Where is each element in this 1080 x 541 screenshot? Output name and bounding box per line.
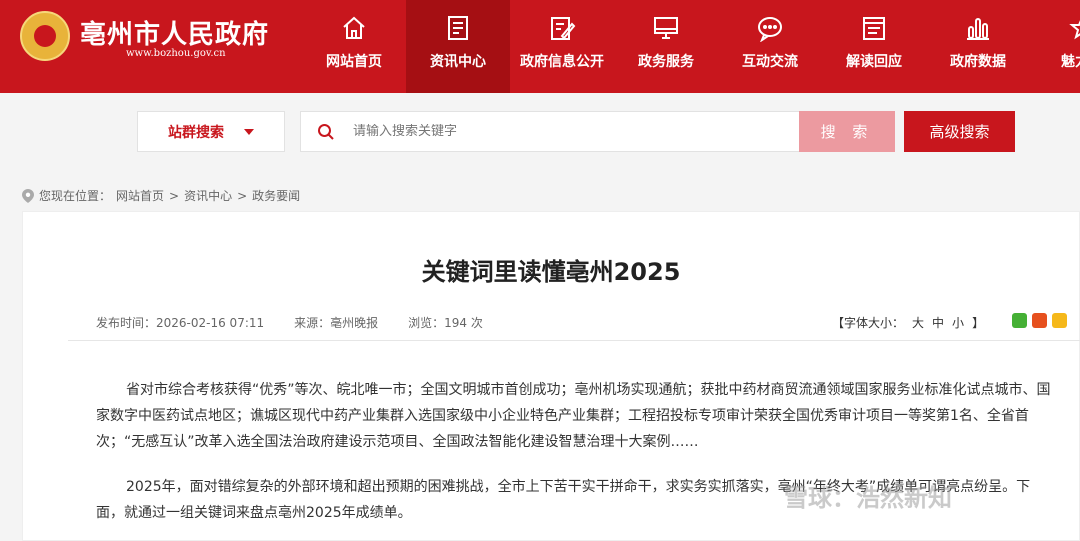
site-group-select[interactable]: 站群搜索 [137, 111, 285, 152]
nav-item-gov-info[interactable]: 政府信息公开 [510, 0, 614, 93]
news-icon [448, 16, 468, 40]
nav-item-home[interactable]: 网站首页 [302, 0, 406, 93]
breadcrumb-item-politics[interactable]: 政务要闻 [252, 187, 300, 204]
article-meta: 发布时间：2026-02-16 07:11 来源：亳州晚报 浏览：194 次 [96, 314, 483, 331]
breadcrumb-item-home[interactable]: 网站首页 [116, 187, 164, 204]
article-source: 来源：亳州晚报 [294, 316, 379, 330]
nav-label: 政府数据 [950, 54, 1006, 70]
site-title[interactable]: 亳州市人民政府 [80, 14, 269, 51]
nav-label: 魅力亳 [1061, 54, 1080, 70]
nav-item-data[interactable]: 政府数据 [926, 0, 1030, 93]
nav-label: 政府信息公开 [520, 54, 604, 70]
view-count: 浏览：194 次 [408, 316, 483, 330]
national-emblem-icon[interactable] [20, 11, 70, 61]
nav-item-news[interactable]: 资讯中心 [406, 0, 510, 93]
nav-item-interaction[interactable]: 互动交流 [718, 0, 822, 93]
monitor-icon [654, 17, 678, 39]
qzone-icon[interactable] [1052, 313, 1067, 328]
weibo-icon[interactable] [1032, 313, 1047, 328]
meta-divider [68, 340, 1080, 341]
caret-down-icon [244, 128, 254, 135]
font-medium-button[interactable]: 中 [932, 314, 944, 331]
search-box [300, 111, 800, 152]
nav-label: 资讯中心 [430, 54, 486, 70]
nav-label: 解读回应 [846, 54, 902, 70]
nav-label: 互动交流 [742, 54, 798, 70]
document-icon [863, 17, 885, 40]
search-button[interactable]: 搜 索 [799, 111, 895, 152]
breadcrumb-item-news[interactable]: 资讯中心 [184, 187, 232, 204]
article-title: 关键词里读懂亳州2025 [421, 258, 681, 286]
chat-icon [758, 17, 782, 42]
font-size-control: 【字体大小： 大 中 小 】 [832, 314, 984, 331]
site-select-label: 站群搜索 [168, 124, 224, 141]
advanced-search-button[interactable]: 高级搜索 [904, 111, 1015, 152]
site-url: www.bozhou.gov.cn [126, 48, 226, 59]
font-large-button[interactable]: 大 [912, 314, 924, 331]
nav-item-charm[interactable]: 魅力亳 [1030, 0, 1080, 93]
wechat-icon[interactable] [1012, 313, 1027, 328]
publish-time: 发布时间：2026-02-16 07:11 [96, 316, 265, 330]
breadcrumb-separator: > [237, 188, 248, 203]
breadcrumb-prefix: 您现在位置： [39, 189, 112, 203]
watermark: 雪球：浩然新知 [784, 484, 952, 512]
edit-icon [551, 17, 576, 40]
font-small-button[interactable]: 小 [952, 314, 964, 331]
site-header: 亳州市人民政府 www.bozhou.gov.cn 网站首页 资讯中心 政府信息… [0, 0, 1080, 93]
main-nav: 网站首页 资讯中心 政府信息公开 政务服务 互动交流 解读回应 政府数据 魅力 [302, 0, 1080, 93]
home-icon [343, 16, 365, 39]
star-icon [1069, 20, 1080, 40]
bar-chart-icon [967, 18, 989, 40]
location-pin-icon [22, 188, 34, 203]
search-input[interactable] [353, 124, 753, 139]
nav-item-services[interactable]: 政务服务 [614, 0, 718, 93]
nav-label: 网站首页 [326, 54, 382, 70]
nav-item-interpret[interactable]: 解读回应 [822, 0, 926, 93]
search-icon [318, 123, 334, 140]
font-size-close: 】 [972, 316, 985, 330]
breadcrumb: 您现在位置： 网站首页 > 资讯中心 > 政务要闻 [22, 187, 300, 204]
breadcrumb-separator: > [169, 188, 180, 203]
article-paragraph: 省对市综合考核获得“优秀”等次、皖北唯一市；全国文明城市首创成功；亳州机场实现通… [96, 382, 1051, 450]
share-buttons [1012, 313, 1067, 328]
font-size-label: 【字体大小： [832, 316, 905, 330]
nav-label: 政务服务 [638, 54, 694, 70]
